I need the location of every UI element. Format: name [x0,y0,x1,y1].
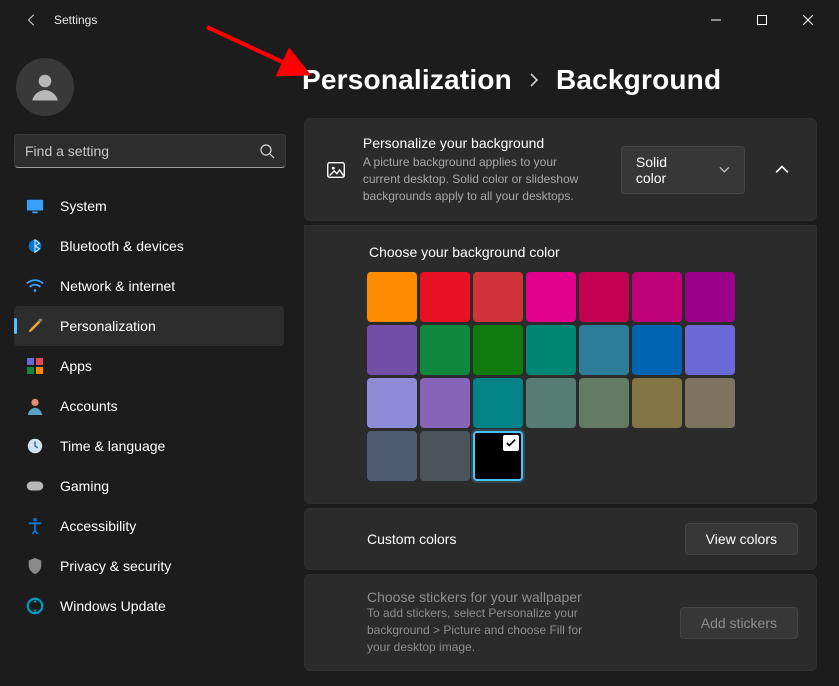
custom-colors-card: Custom colors View colors [304,508,817,570]
sidebar-item-apps[interactable]: Apps [14,346,284,386]
swatch-grid [367,272,739,481]
expand-button[interactable] [767,153,798,187]
breadcrumb-page: Background [556,64,721,96]
search-input[interactable] [25,143,259,159]
custom-colors-label: Custom colors [367,531,456,547]
nav-label: Time & language [60,438,165,454]
display-icon [26,197,44,215]
nav-label: Accessibility [60,518,136,534]
nav-label: Windows Update [60,598,166,614]
nav-label: Network & internet [60,278,175,294]
color-swatch[interactable] [685,272,735,322]
brush-icon [26,317,44,335]
nav-label: System [60,198,107,214]
content: Personalization Background Personalize y… [300,40,839,686]
picture-icon [323,156,349,184]
window-controls [693,4,831,36]
stickers-card: Choose stickers for your wallpaper To ad… [304,574,817,670]
color-swatch[interactable] [632,272,682,322]
select-value: Solid color [636,154,695,186]
maximize-button[interactable] [739,4,785,36]
personalize-card-text: Personalize your background A picture ba… [363,135,593,204]
breadcrumb: Personalization Background [300,64,817,96]
nav-label: Apps [60,358,92,374]
add-stickers-button[interactable]: Add stickers [680,607,798,639]
color-swatch[interactable] [420,431,470,481]
sidebar-item-network-internet[interactable]: Network & internet [14,266,284,306]
search-field[interactable] [14,134,286,168]
personalize-description: A picture background applies to your cur… [363,154,593,204]
stickers-title: Choose stickers for your wallpaper [367,589,607,605]
color-swatch[interactable] [367,431,417,481]
view-colors-button[interactable]: View colors [685,523,798,555]
search-icon [259,143,275,159]
chevron-up-icon [775,165,789,175]
nav-label: Accounts [60,398,118,414]
chevron-down-icon [719,165,730,175]
color-swatch[interactable] [473,431,523,481]
sidebar-item-system[interactable]: System [14,186,284,226]
nav-list: System Bluetooth & devices Network & inter… [14,186,290,626]
color-swatch[interactable] [420,378,470,428]
avatar[interactable] [16,58,74,116]
sidebar-item-time-language[interactable]: Time & language [14,426,284,466]
accessibility-icon [26,517,44,535]
sidebar: System Bluetooth & devices Network & inter… [0,40,300,686]
personalize-card: Personalize your background A picture ba… [304,118,817,221]
color-swatch[interactable] [685,378,735,428]
minimize-button[interactable] [693,4,739,36]
color-swatch[interactable] [367,272,417,322]
color-swatch[interactable] [367,378,417,428]
sidebar-item-accessibility[interactable]: Accessibility [14,506,284,546]
sidebar-item-personalization[interactable]: Personalization [14,306,284,346]
back-button[interactable] [20,13,44,27]
color-chooser-card: Choose your background color [304,225,817,504]
color-swatch[interactable] [420,325,470,375]
color-swatch[interactable] [526,378,576,428]
color-swatch[interactable] [632,325,682,375]
sidebar-item-gaming[interactable]: Gaming [14,466,284,506]
person-icon [26,397,44,415]
color-swatch[interactable] [579,378,629,428]
sidebar-item-privacy-security[interactable]: Privacy & security [14,546,284,586]
color-swatch[interactable] [420,272,470,322]
window-title: Settings [54,13,97,27]
nav-label: Privacy & security [60,558,171,574]
color-swatch[interactable] [632,378,682,428]
apps-icon [26,357,44,375]
check-icon [503,435,519,451]
color-swatch[interactable] [473,378,523,428]
person-icon [27,69,63,105]
color-swatch[interactable] [526,272,576,322]
nav-label: Gaming [60,478,109,494]
title-bar: Settings [0,0,839,40]
chevron-right-icon [528,73,540,87]
color-swatch[interactable] [526,325,576,375]
wifi-icon [26,277,44,295]
personalize-title: Personalize your background [363,135,593,151]
nav-label: Bluetooth & devices [60,238,184,254]
update-icon [26,597,44,615]
stickers-description: To add stickers, select Personalize your… [367,605,607,655]
color-swatch[interactable] [579,325,629,375]
sidebar-item-bluetooth-devices[interactable]: Bluetooth & devices [14,226,284,266]
background-type-select[interactable]: Solid color [621,146,745,194]
color-swatch[interactable] [473,272,523,322]
color-swatch[interactable] [579,272,629,322]
shield-icon [26,557,44,575]
color-swatch[interactable] [473,325,523,375]
colors-label: Choose your background color [369,244,798,260]
sidebar-item-windows-update[interactable]: Windows Update [14,586,284,626]
nav-label: Personalization [60,318,156,334]
color-swatch[interactable] [685,325,735,375]
close-button[interactable] [785,4,831,36]
sidebar-item-accounts[interactable]: Accounts [14,386,284,426]
game-icon [26,477,44,495]
stickers-text: Choose stickers for your wallpaper To ad… [367,589,607,655]
breadcrumb-section[interactable]: Personalization [302,64,512,96]
clock-icon [26,437,44,455]
color-swatch[interactable] [367,325,417,375]
bluetooth-icon [26,237,44,255]
